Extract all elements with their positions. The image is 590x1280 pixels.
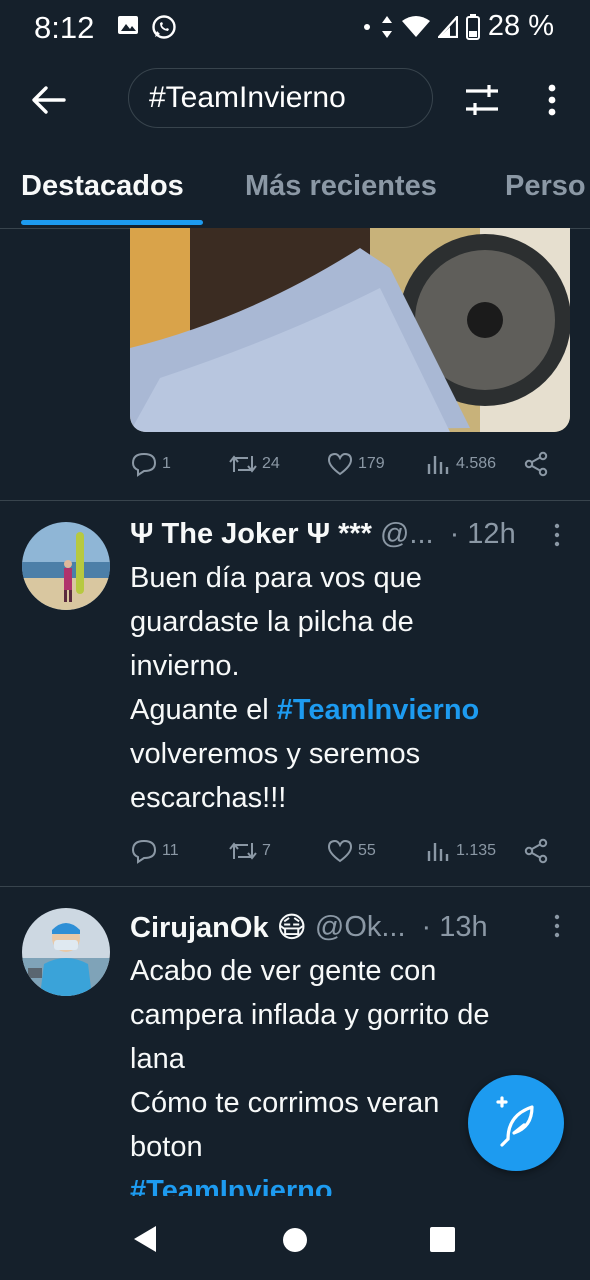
back-arrow-icon[interactable] [28, 80, 68, 120]
tweet-divider [0, 500, 590, 501]
retweet-icon [229, 455, 257, 473]
nav-recents-icon[interactable] [429, 1226, 456, 1253]
like-button[interactable]: 55 [326, 837, 376, 865]
compose-feather-icon [496, 1096, 534, 1147]
reply-count: 11 [162, 842, 179, 859]
retweet-count: 24 [262, 455, 280, 472]
views-button[interactable]: 1.135 [426, 837, 496, 865]
like-count: 55 [358, 842, 376, 859]
reply-count: 1 [162, 455, 171, 472]
wifi-icon [401, 15, 430, 37]
hashtag-link[interactable]: #TeamInvierno [130, 1169, 560, 1197]
retweet-button[interactable]: 24 [228, 450, 280, 478]
hashtag-link[interactable]: #TeamInvierno [277, 694, 480, 726]
nav-back-icon[interactable] [130, 1224, 160, 1254]
avatar[interactable] [22, 522, 110, 610]
heart-icon [327, 452, 353, 476]
reply-icon [131, 452, 157, 477]
tweet-text: Buen día para vos que guardaste la pilch… [130, 562, 480, 814]
retweet-icon [229, 842, 257, 860]
tweet-divider [0, 886, 590, 887]
tweet-more-icon[interactable] [552, 523, 562, 547]
author-handle[interactable]: @Ok... [315, 911, 406, 944]
active-tab-indicator [21, 220, 203, 225]
system-navigation-bar [0, 1196, 590, 1280]
author-name[interactable]: CirujanOk 😷 [130, 910, 307, 945]
share-icon[interactable] [522, 450, 550, 478]
tweet-media-image[interactable] [130, 228, 570, 432]
like-button[interactable]: 179 [326, 450, 385, 478]
whatsapp-icon [152, 15, 176, 39]
status-bar: 8:12 28 % [0, 0, 590, 56]
share-icon[interactable] [522, 837, 550, 865]
tweet-actions: 11 7 55 1.135 [130, 837, 560, 871]
retweet-button[interactable]: 7 [228, 837, 271, 865]
heart-icon [327, 839, 353, 863]
tweet-time: · 12h [449, 517, 516, 550]
retweet-count: 7 [262, 842, 271, 859]
author-name[interactable]: Ψ The Joker Ψ *** [130, 518, 372, 551]
like-count: 179 [358, 455, 385, 472]
more-options-icon[interactable] [540, 80, 564, 120]
data-arrows-icon [381, 15, 392, 38]
signal-icon [437, 15, 458, 38]
reply-button[interactable]: 1 [130, 450, 171, 478]
search-header: #TeamInvierno [0, 62, 590, 134]
tab-personas[interactable]: Perso [505, 170, 586, 203]
views-button[interactable]: 4.586 [426, 450, 496, 478]
tweet-time: · 13h [421, 910, 488, 943]
avatar[interactable] [22, 908, 110, 996]
search-tabs: Destacados Más recientes Perso [0, 158, 590, 229]
tab-mas-recientes[interactable]: Más recientes [245, 170, 437, 203]
filter-icon[interactable] [462, 80, 502, 120]
nav-home-icon[interactable] [281, 1226, 309, 1254]
views-icon [427, 456, 449, 474]
views-count: 4.586 [456, 455, 497, 472]
tweet-header: Ψ The Joker Ψ *** @... · 12h [130, 514, 516, 554]
dot-icon [363, 23, 370, 30]
reply-icon [131, 839, 157, 864]
battery-icon [465, 13, 480, 40]
gallery-icon [118, 16, 138, 34]
battery-level: 28 % [487, 10, 554, 42]
tab-destacados[interactable]: Destacados [21, 170, 184, 203]
reply-button[interactable]: 11 [130, 837, 179, 865]
views-icon [427, 843, 449, 861]
author-handle[interactable]: @... [380, 518, 434, 551]
tweet-actions: 1 24 179 4.586 [130, 450, 560, 484]
tweet-header: CirujanOk 😷 @Ok... · 13h [130, 907, 488, 947]
compose-tweet-button[interactable] [468, 1075, 564, 1171]
tweet-more-icon[interactable] [552, 914, 562, 938]
views-count: 1.135 [456, 842, 497, 859]
status-time: 8:12 [34, 10, 95, 45]
search-input[interactable]: #TeamInvierno [128, 68, 433, 128]
